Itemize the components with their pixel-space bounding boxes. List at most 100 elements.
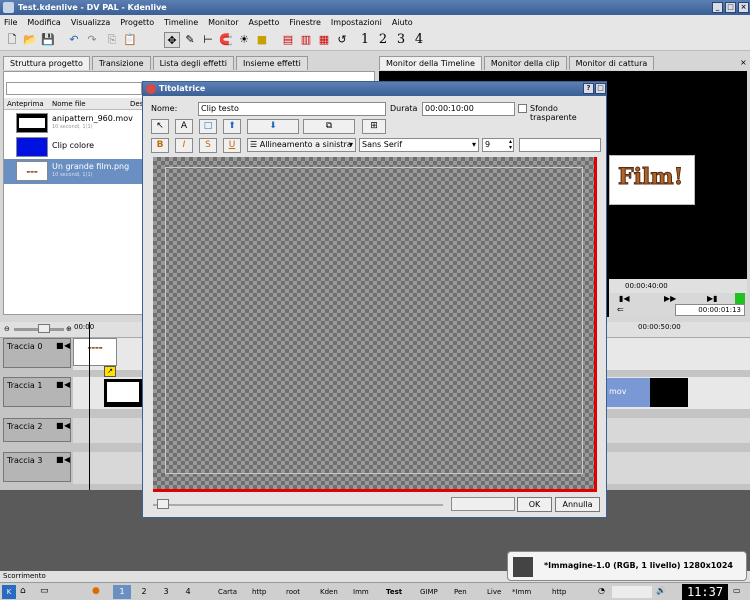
tab-insieme-effetti[interactable]: Insieme effetti: [235, 56, 308, 70]
cancel-button[interactable]: Annulla: [555, 497, 600, 512]
project-search[interactable]: [6, 82, 142, 95]
rect-tool-button[interactable]: □: [199, 119, 217, 134]
menu-timeline[interactable]: Timeline: [164, 18, 198, 27]
track-header-2[interactable]: Traccia 2 ■ ◀: [3, 418, 71, 442]
project-item-grande-film[interactable]: ▬▬▬ Un grande film.png 10 secondi, 1(1): [4, 159, 142, 184]
task-http-2[interactable]: http: [552, 585, 566, 599]
menu-progetto[interactable]: Progetto: [120, 18, 154, 27]
column-anteprima[interactable]: Anteprima: [7, 98, 44, 110]
task-http-1[interactable]: http: [252, 585, 266, 599]
font-color-field[interactable]: [519, 138, 601, 152]
play-icon[interactable]: ▶▶: [664, 294, 676, 303]
start-menu-icon[interactable]: K: [2, 585, 16, 599]
redo-icon[interactable]: ↷: [84, 32, 100, 48]
canvas-zoom-handle[interactable]: [157, 499, 169, 509]
track-header-1[interactable]: Traccia 1 ■ ◀: [3, 377, 71, 407]
task-gimp[interactable]: GIMP: [420, 585, 438, 599]
black-clip[interactable]: [650, 378, 688, 407]
track-video-icon[interactable]: ■: [56, 455, 64, 464]
track-header-0[interactable]: Traccia 0 ■ ◀: [3, 338, 71, 368]
playhead[interactable]: [89, 322, 90, 490]
transition-marker-icon[interactable]: ↗: [104, 366, 116, 377]
minimize-button[interactable]: _: [712, 2, 723, 13]
quicklaunch-terminal-icon[interactable]: ▭: [40, 586, 49, 596]
box-icon[interactable]: ■: [254, 32, 270, 48]
font-select[interactable]: Sans Serif ▾: [359, 138, 479, 152]
menu-finestre[interactable]: Finestre: [289, 18, 321, 27]
notification-popup[interactable]: *Immagine-1.0 (RGB, 1 livello) 1280x1024: [507, 551, 747, 581]
alignment-select[interactable]: ☰ Allineamento a sinistra ▾: [247, 138, 356, 152]
shadow-button[interactable]: S: [199, 138, 217, 153]
undo-icon[interactable]: ↶: [66, 32, 82, 48]
tab-monitor-clip[interactable]: Monitor della clip: [483, 56, 567, 70]
loop-icon[interactable]: ⇐: [617, 305, 624, 314]
title-canvas[interactable]: [153, 157, 597, 492]
layout-1-button[interactable]: 1: [357, 32, 373, 48]
razor-tool-icon[interactable]: ✎: [182, 32, 198, 48]
monitor-ruler[interactable]: 00:00:40:00: [609, 279, 747, 293]
layout-4-button[interactable]: 4: [411, 32, 427, 48]
task-kdenlive[interactable]: Kden: [320, 585, 338, 599]
monitor-timecode-field[interactable]: 00:00:01:13: [675, 304, 745, 316]
menu-file[interactable]: File: [4, 18, 17, 27]
task-immagine-2[interactable]: *Imm: [512, 585, 531, 599]
open-folder-icon[interactable]: 📂: [22, 32, 38, 48]
project-item-anipattern[interactable]: anipattern_960.mov 10 secondi, 1(1): [4, 111, 142, 135]
title-clip[interactable]: ▬▬▬▬: [73, 338, 117, 366]
task-live[interactable]: Live: [487, 585, 501, 599]
task-immagine[interactable]: Imm: [353, 585, 369, 599]
track-header-3[interactable]: Traccia 3 ■ ◀: [3, 452, 71, 482]
close-button[interactable]: ×: [738, 2, 749, 13]
dock-close-icon[interactable]: ×: [740, 58, 747, 67]
canvas-zoom-field[interactable]: [451, 497, 515, 511]
underline-button[interactable]: U: [223, 138, 241, 153]
menu-visualizza[interactable]: Visualizza: [71, 18, 110, 27]
raise-item-button[interactable]: ⬆: [223, 119, 241, 134]
spacer-tool-icon[interactable]: ⊢: [200, 32, 216, 48]
lift-mode-icon[interactable]: ▦: [316, 32, 332, 48]
ok-button[interactable]: OK: [517, 497, 552, 512]
dialog-maximize-button[interactable]: □: [595, 83, 606, 94]
tab-struttura-progetto[interactable]: Struttura progetto: [3, 56, 90, 70]
quicklaunch-firefox-icon[interactable]: ●: [92, 586, 100, 596]
rotate-icon[interactable]: ↺: [334, 32, 350, 48]
mov-clip[interactable]: mov: [606, 378, 650, 407]
zoom-in-icon[interactable]: ⊕: [66, 325, 72, 333]
zoom-frame-button[interactable]: ⊞: [362, 119, 386, 134]
paste-icon[interactable]: 📋: [122, 32, 138, 48]
move-tool-icon[interactable]: ✥: [164, 32, 180, 48]
clock[interactable]: 11:37: [682, 584, 728, 600]
layout-3-button[interactable]: 3: [393, 32, 409, 48]
spin-arrows-icon[interactable]: ▴ ▾: [509, 139, 512, 151]
tab-monitor-cattura[interactable]: Monitor di cattura: [568, 56, 655, 70]
track-audio-icon[interactable]: ◀: [64, 380, 70, 389]
task-carta[interactable]: Carta: [218, 585, 237, 599]
zoom-out-icon[interactable]: ⊖: [4, 325, 10, 333]
bold-button[interactable]: B: [151, 138, 169, 153]
duration-field[interactable]: 00:00:10:00: [422, 102, 515, 116]
zoom-slider-handle[interactable]: [38, 324, 50, 333]
canvas-zoom-slider[interactable]: [153, 504, 443, 506]
track-video-icon[interactable]: ■: [56, 421, 64, 430]
insert-mode-icon[interactable]: ▥: [298, 32, 314, 48]
track-audio-icon[interactable]: ◀: [64, 455, 70, 464]
next-frame-icon[interactable]: ▶▮: [707, 294, 718, 303]
snap-icon[interactable]: 🧲: [218, 32, 234, 48]
tab-lista-effetti[interactable]: Lista degli effetti: [152, 56, 234, 70]
tab-monitor-timeline[interactable]: Monitor della Timeline: [379, 56, 482, 70]
copy-icon[interactable]: ⎘: [104, 32, 120, 48]
column-nome-file[interactable]: Nome file: [52, 98, 86, 110]
desktop-4-button[interactable]: 4: [179, 585, 197, 599]
task-test[interactable]: Test: [386, 585, 402, 599]
transparent-checkbox[interactable]: [518, 104, 527, 113]
previous-frame-icon[interactable]: ▮◀: [619, 294, 630, 303]
marker-icon[interactable]: ☀: [236, 32, 252, 48]
text-tool-button[interactable]: A: [175, 119, 193, 134]
task-root[interactable]: root: [286, 585, 300, 599]
menu-aiuto[interactable]: Aiuto: [392, 18, 413, 27]
menu-modifica[interactable]: Modifica: [27, 18, 60, 27]
track-video-icon[interactable]: ■: [56, 380, 64, 389]
new-file-icon[interactable]: 🗋: [4, 32, 20, 48]
menu-impostazioni[interactable]: Impostazioni: [331, 18, 382, 27]
maximize-button[interactable]: □: [725, 2, 736, 13]
